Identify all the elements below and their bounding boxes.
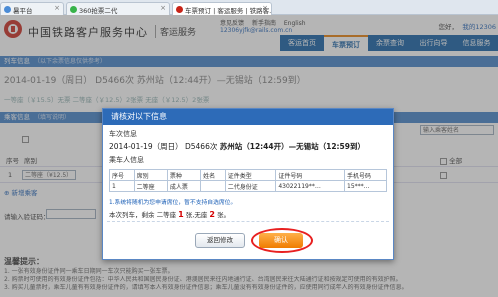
- th-id-type: 证件类型: [224, 169, 277, 181]
- highlight-circle-annotation: [251, 228, 313, 253]
- cell-ticket-type: 成人票: [166, 180, 202, 192]
- cell-name: [200, 180, 226, 192]
- departure-station: 苏州站（12:44开）: [219, 142, 289, 151]
- arrival-station: —无锡站（12:59到）: [288, 142, 365, 151]
- railway-icon: [176, 6, 183, 13]
- browser-tab[interactable]: 360抢票二代 ×: [66, 2, 170, 15]
- seat-notice: 1.系统将随机为您申请席位，暂不支持自选席位。: [109, 200, 237, 206]
- th-no: 序号: [109, 169, 135, 181]
- passenger-section-heading: 乘车人信息: [109, 156, 144, 164]
- cell-seat: 二等座: [133, 180, 168, 192]
- confirm-dialog: 请核对以下信息 车次信息 2014-01-19（周日） D5466次 苏州站（1…: [102, 108, 394, 260]
- page-icon: [4, 6, 11, 13]
- trip-section-heading: 车次信息: [109, 130, 137, 138]
- cell-id-number: 43022119**…: [275, 180, 346, 192]
- browser-tab[interactable]: 暑平台 ×: [0, 2, 64, 15]
- th-phone: 手机号码: [344, 169, 387, 181]
- tab-label: 360抢票二代: [79, 7, 118, 15]
- browser-tab-bar: 暑平台 × 360抢票二代 × 车票预订 | 客运服务 | 铁路客… ×: [0, 0, 498, 16]
- th-seat: 席别: [133, 169, 168, 181]
- th-name: 姓名: [200, 169, 226, 181]
- back-modify-button[interactable]: 返回修改: [195, 233, 245, 248]
- cell-phone: 15***…: [344, 180, 387, 192]
- divider: [107, 221, 389, 222]
- close-icon[interactable]: ×: [54, 4, 60, 12]
- remaining-tickets: 本次列车，剩余 二等座 1 张,无座 2 张。: [109, 209, 230, 219]
- table-row: 1 二等座 成人票 二代身份证 43022119**… 15***…: [109, 180, 387, 192]
- tab-label: 车票预订 | 客运服务 | 铁路客…: [185, 7, 272, 15]
- close-icon[interactable]: ×: [160, 4, 166, 12]
- th-id-number: 证件号码: [275, 169, 346, 181]
- passenger-table: 序号 席别 票种 姓名 证件类型 证件号码 手机号码 1 二等座 成人票 二代身…: [109, 169, 387, 192]
- trip-date: 2014-01-19（周日）: [109, 142, 183, 151]
- remain-prefix: 本次列车，剩余 二等座: [109, 211, 179, 219]
- browser-tab-active[interactable]: 车票预订 | 客运服务 | 铁路客… ×: [172, 2, 272, 16]
- cell-no: 1: [109, 180, 135, 192]
- tab-label: 暑平台: [13, 7, 33, 15]
- table-header-row: 序号 席别 票种 姓名 证件类型 证件号码 手机号码: [109, 169, 387, 181]
- train-number: D5466次: [184, 142, 218, 151]
- remain-mid: 张,无座: [183, 211, 210, 219]
- dialog-title: 请核对以下信息: [103, 109, 393, 125]
- th-ticket-type: 票种: [166, 169, 202, 181]
- remain-suffix: 张。: [215, 211, 231, 219]
- 360-icon: [70, 6, 77, 13]
- dialog-trip-line: 2014-01-19（周日） D5466次 苏州站（12:44开）—无锡站（12…: [103, 141, 365, 152]
- cell-id-type: 二代身份证: [224, 180, 277, 192]
- close-icon[interactable]: ×: [262, 4, 268, 12]
